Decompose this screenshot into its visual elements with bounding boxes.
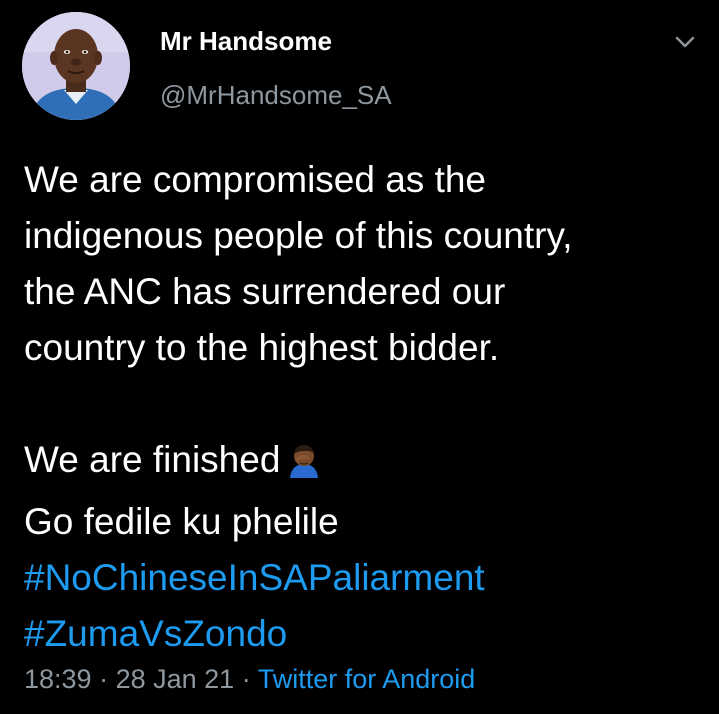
tweet-card: Mr Handsome @MrHandsome_SA We are compro…: [0, 0, 719, 714]
tweet-text-line: We are finished: [24, 432, 704, 494]
tweet-text-line: Go fedile ku phelile: [24, 501, 339, 542]
tweet-time[interactable]: 18:39: [24, 664, 92, 694]
tweet-text-segment: We are finished: [24, 439, 281, 480]
tweet-text-line: country to the highest bidder.: [24, 327, 500, 368]
hashtag-link[interactable]: #ZumaVsZondo: [24, 606, 704, 662]
tweet-metadata: 18:39 · 28 Jan 21 · Twitter for Android: [24, 664, 475, 695]
hashtag-link[interactable]: #NoChineseInSAPaliarment: [24, 550, 704, 606]
avatar[interactable]: [22, 12, 130, 120]
meta-separator: ·: [91, 664, 116, 694]
profile-photo-icon: [22, 12, 130, 120]
chevron-down-icon[interactable]: [674, 34, 696, 50]
display-name[interactable]: Mr Handsome: [160, 26, 332, 57]
tweet-text-line: We are compromised as the: [24, 159, 487, 200]
user-handle[interactable]: @MrHandsome_SA: [160, 80, 392, 111]
meta-separator: ·: [234, 664, 258, 694]
person-facepalming-emoji-icon: [286, 438, 322, 494]
tweet-date[interactable]: 28 Jan 21: [116, 664, 235, 694]
tweet-text-line: indigenous people of this country,: [24, 215, 573, 256]
tweet-text-line: the ANC has surrendered our: [24, 271, 506, 312]
tweet-source-link[interactable]: Twitter for Android: [258, 664, 476, 694]
tweet-text: We are compromised as the indigenous peo…: [24, 152, 704, 662]
